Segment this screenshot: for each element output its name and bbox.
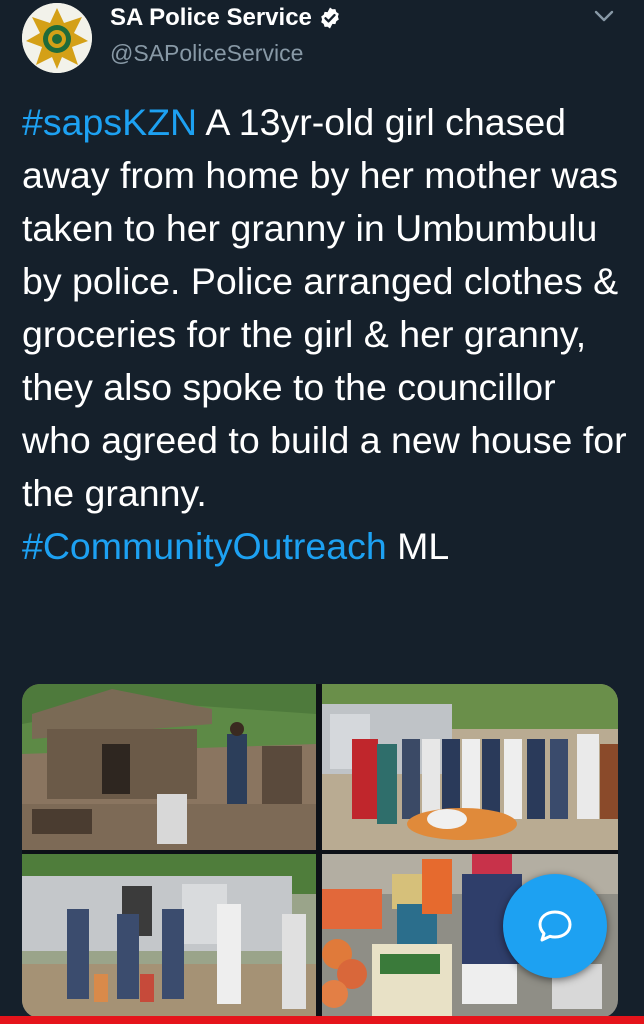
name-row: SA Police Service — [110, 4, 342, 32]
hashtag-link[interactable]: #sapsKZN — [22, 101, 197, 143]
verified-badge-icon — [321, 7, 339, 29]
tweet-body: A 13yr-old girl chased away from home by… — [22, 101, 627, 514]
photo-group[interactable] — [322, 684, 618, 850]
bottom-bar — [0, 1016, 644, 1024]
hashtag-link[interactable]: #CommunityOutreach — [22, 525, 387, 567]
photo-hut[interactable] — [22, 684, 316, 850]
chevron-down-icon[interactable] — [592, 4, 616, 28]
tweet-text: #sapsKZN A 13yr-old girl chased away fro… — [22, 96, 632, 573]
photo-shack[interactable] — [22, 854, 316, 1018]
avatar[interactable] — [22, 3, 92, 73]
compose-message-button[interactable] — [503, 874, 607, 978]
tweet-header: SA Police Service @SAPoliceService — [0, 0, 644, 90]
message-bubble-icon — [538, 910, 572, 942]
tweet-signoff: ML — [386, 525, 450, 567]
account-name[interactable]: SA Police Service — [110, 4, 312, 32]
police-star-logo-icon — [22, 3, 92, 73]
account-handle[interactable]: @SAPoliceService — [110, 40, 303, 67]
